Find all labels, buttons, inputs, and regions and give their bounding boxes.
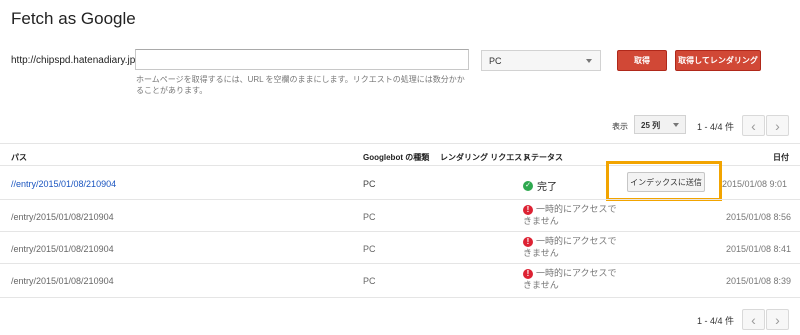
next-page-button[interactable]: › [766, 309, 789, 330]
chevron-down-icon [586, 59, 592, 63]
row-status-line1: 一時的にアクセスで [536, 204, 617, 214]
fetch-and-render-button[interactable]: 取得してレンダリング [675, 50, 761, 71]
row-date: 2015/01/08 9:01 [722, 179, 788, 189]
prev-page-button[interactable]: ‹ [742, 309, 765, 330]
row-path-link[interactable]: //entry/2015/01/08/210904 [11, 179, 116, 189]
header-status: ステータス [523, 153, 563, 162]
url-prefix: http://chipspd.hatenadiary.jp/ [11, 55, 139, 66]
pager-range-bottom: 1 - 4/4 件 [697, 316, 735, 326]
rows-per-page-select[interactable]: 25 列 [634, 115, 686, 134]
fetch-hint: ホームページを取得するには、URL を空欄のままにします。リクエストの処理には数… [136, 75, 465, 95]
row-status: ! 一時的にアクセスで きません [523, 203, 623, 227]
row-divider [0, 231, 800, 232]
row-divider [0, 199, 800, 200]
row-status: ! 一時的にアクセスで きません [523, 267, 623, 291]
row-date: 2015/01/08 8:41 [726, 244, 792, 254]
device-select[interactable]: PC [481, 50, 601, 71]
chevron-down-icon [673, 123, 679, 127]
prev-page-button[interactable]: ‹ [742, 115, 765, 136]
row-path: /entry/2015/01/08/210904 [11, 276, 114, 286]
error-icon: ! [523, 237, 533, 247]
row-googlebot-type: PC [363, 276, 376, 286]
row-googlebot-type: PC [363, 244, 376, 254]
table-top-divider [0, 143, 800, 144]
row-status-line1: 一時的にアクセスで [536, 268, 617, 278]
row-status-line1: 一時的にアクセスで [536, 236, 617, 246]
row-path: /entry/2015/01/08/210904 [11, 212, 114, 222]
row-status-text: 完了 [537, 182, 557, 193]
row-status: ! 一時的にアクセスで きません [523, 235, 623, 259]
row-date: 2015/01/08 8:39 [726, 276, 792, 286]
row-status-line2: きません [523, 248, 559, 258]
url-input[interactable] [135, 49, 469, 70]
error-icon: ! [523, 269, 533, 279]
page-title: Fetch as Google [11, 9, 136, 28]
header-render-request: レンダリング リクエスト [440, 153, 531, 162]
row-status-line2: きません [523, 280, 559, 290]
check-circle-icon: ✓ [523, 180, 533, 191]
header-date: 日付 [773, 153, 789, 162]
header-googlebot-type: Googlebot の種類 [363, 153, 430, 162]
chevron-right-icon: › [775, 311, 780, 328]
error-icon: ! [523, 205, 533, 215]
row-status: ✓ 完了 [523, 178, 557, 193]
header-path: パス [11, 153, 27, 162]
chevron-left-icon: ‹ [751, 117, 756, 134]
row-path: /entry/2015/01/08/210904 [11, 244, 114, 254]
row-status-line2: きません [523, 216, 559, 226]
rows-per-page-value: 25 列 [641, 121, 661, 130]
chevron-right-icon: › [775, 117, 780, 134]
row-divider [0, 263, 800, 264]
fetch-button[interactable]: 取得 [617, 50, 667, 71]
next-page-button[interactable]: › [766, 115, 789, 136]
pager-range-top: 1 - 4/4 件 [697, 122, 735, 132]
row-googlebot-type: PC [363, 212, 376, 222]
row-googlebot-type: PC [363, 179, 376, 189]
chevron-left-icon: ‹ [751, 311, 756, 328]
device-select-value: PC [489, 56, 502, 66]
submit-to-index-button[interactable]: インデックスに送信 [627, 172, 705, 192]
rows-per-page-label: 表示 [612, 122, 628, 131]
table-bottom-divider [0, 297, 800, 298]
row-date: 2015/01/08 8:56 [726, 212, 792, 222]
